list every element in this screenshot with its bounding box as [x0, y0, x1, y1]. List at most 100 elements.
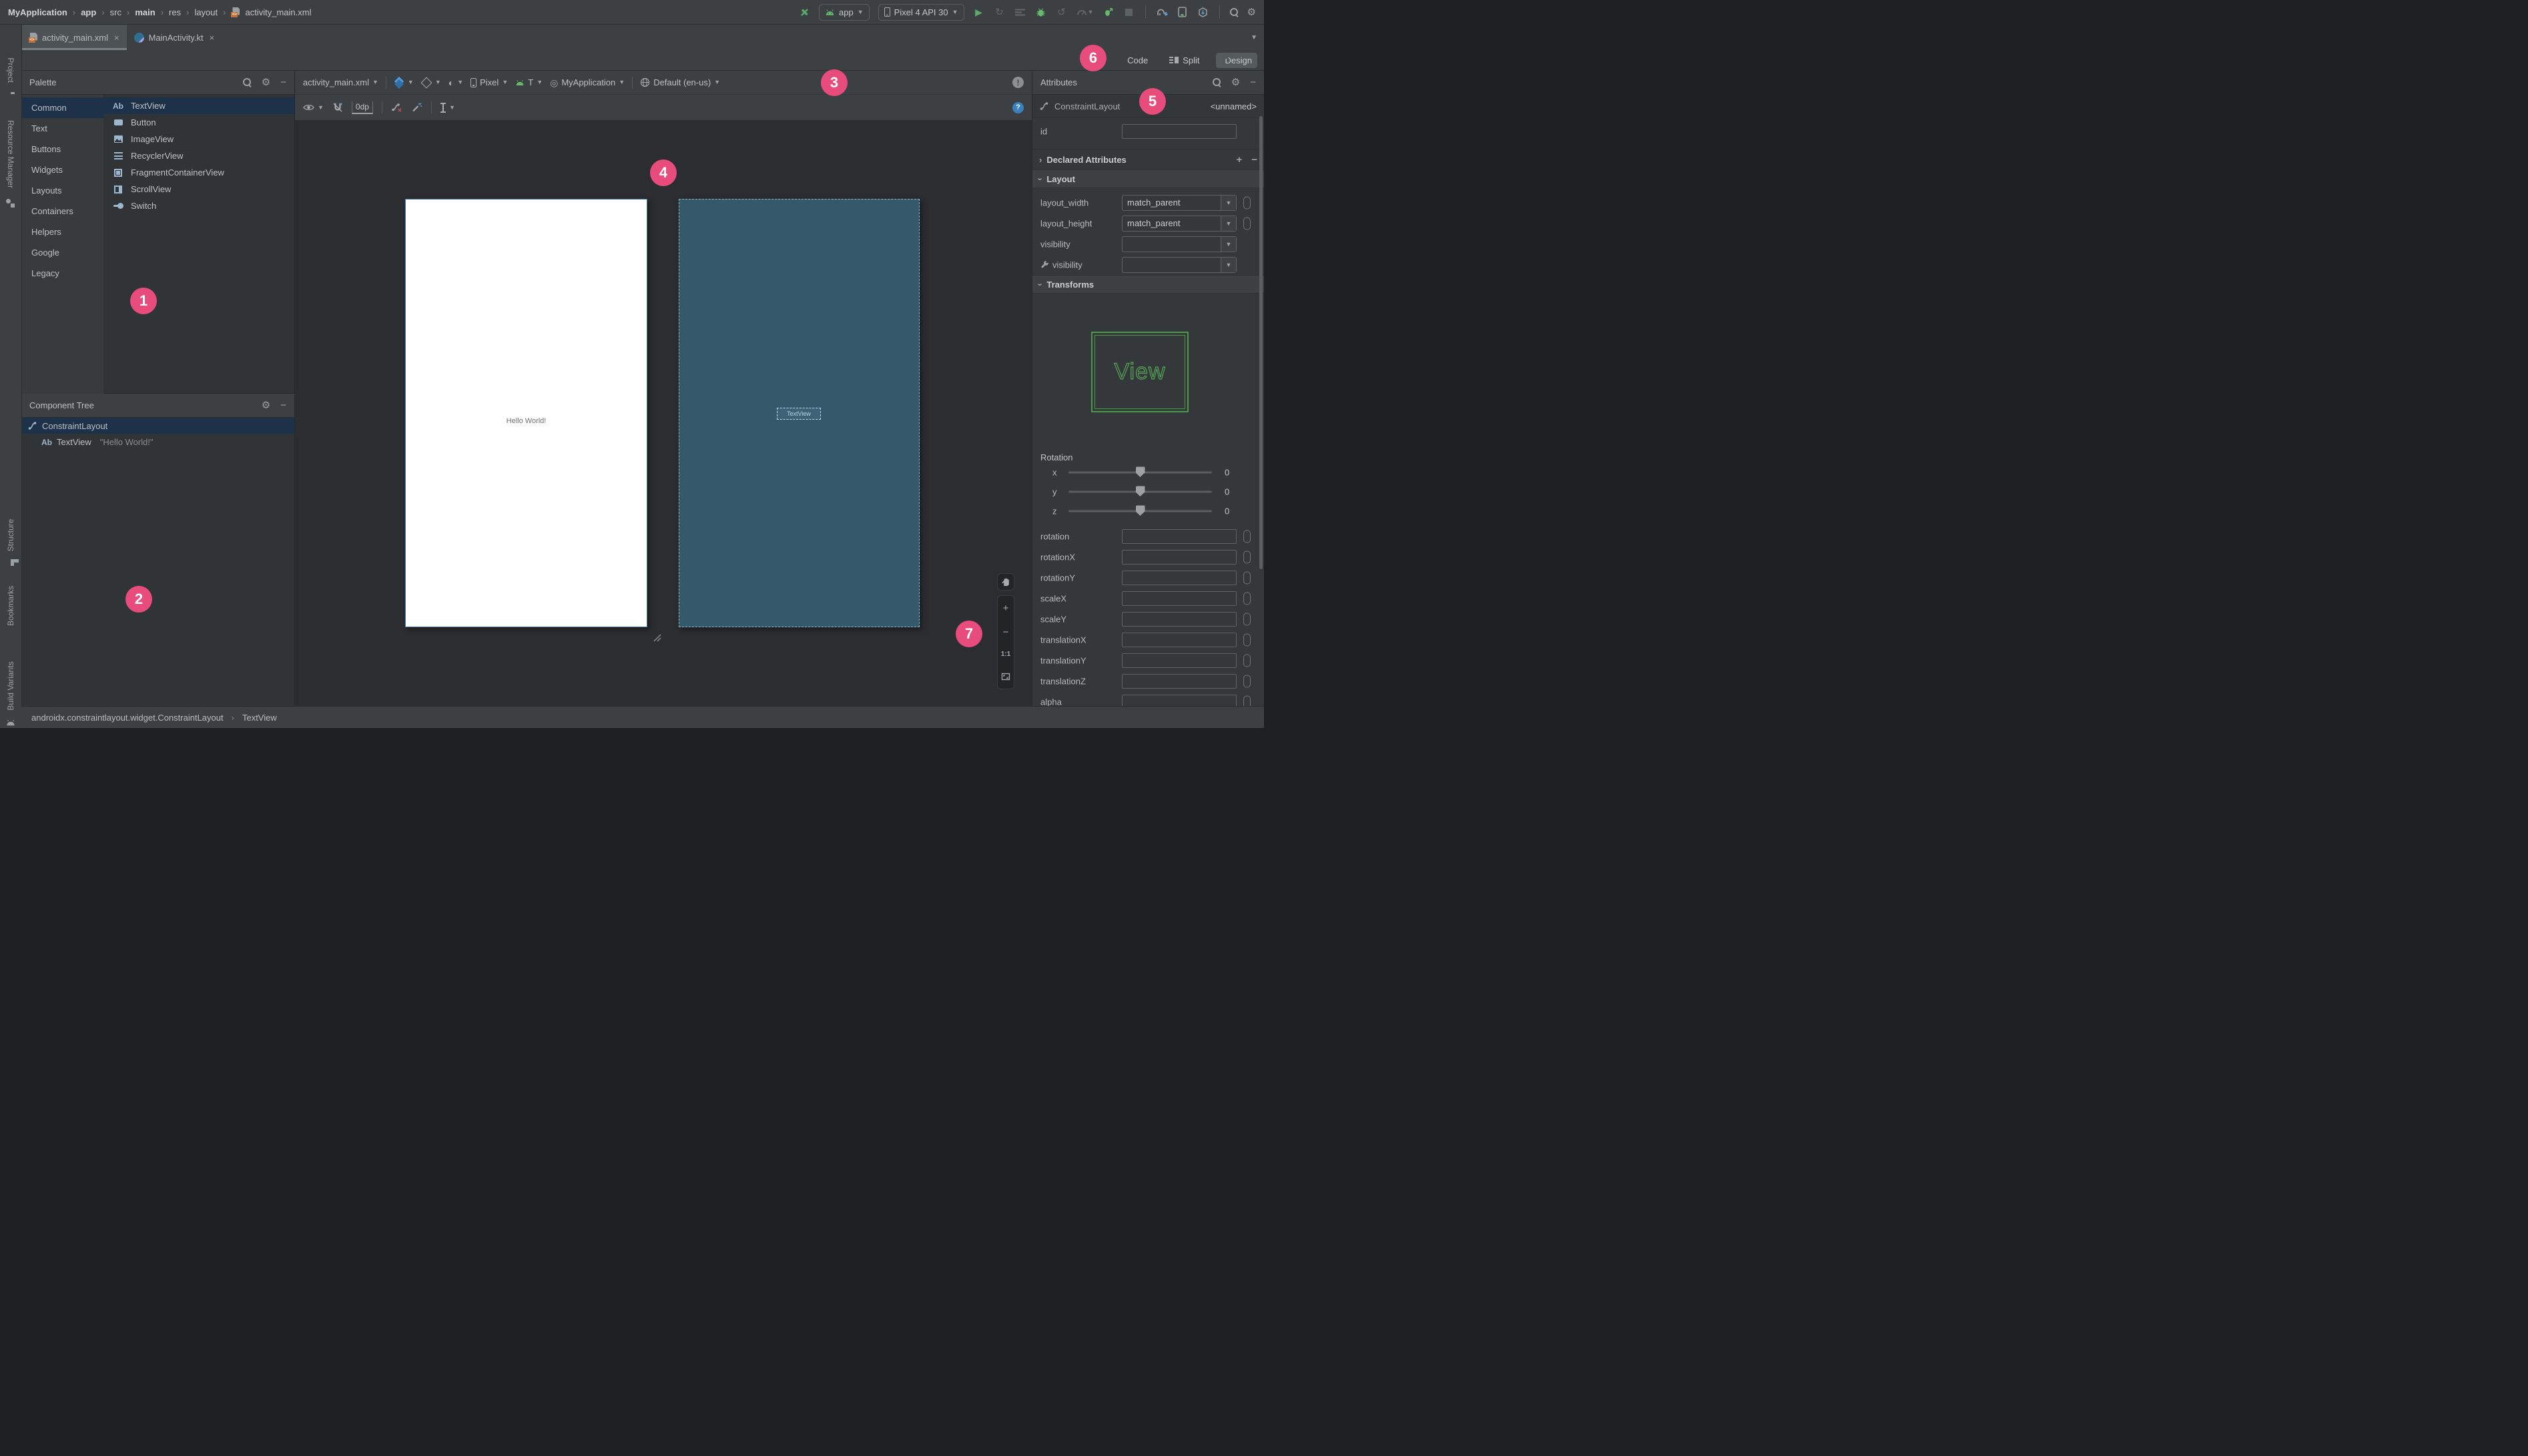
slider-thumb[interactable] — [1135, 486, 1145, 496]
editor-tab[interactable]: MainActivity.kt × — [127, 25, 222, 50]
attribute-input-rotationY[interactable] — [1122, 570, 1237, 585]
attribute-combo-layout_height[interactable]: match_parent ▼ — [1122, 215, 1237, 232]
layout-file-selector[interactable]: activity_main.xml ▼ — [303, 77, 378, 87]
device-for-preview-selector[interactable]: Pixel ▼ — [470, 77, 508, 87]
attribute-input-translationY[interactable] — [1122, 653, 1237, 668]
help-badge[interactable]: ? — [1012, 101, 1024, 113]
combo-control[interactable]: match_parent ▼ — [1122, 215, 1237, 232]
sdk-manager-icon[interactable] — [1197, 6, 1209, 18]
attribute-toggle-pill[interactable] — [1243, 633, 1251, 646]
infer-constraints-button[interactable] — [411, 102, 422, 113]
palette-component-scrollview[interactable]: ScrollView — [103, 181, 294, 198]
palette-gear-icon[interactable]: ⚙ — [262, 77, 270, 87]
default-margin-button[interactable]: 0dp — [351, 101, 373, 114]
attribute-input-rotation[interactable] — [1122, 528, 1237, 544]
blueprint-view-phone[interactable]: TextView — [679, 199, 920, 627]
combo-dropdown-icon[interactable]: ▼ — [1221, 236, 1236, 252]
attribute-toggle-pill[interactable] — [1243, 675, 1251, 687]
attribute-toggle-pill[interactable] — [1243, 530, 1251, 542]
attribute-input-scaleX[interactable] — [1122, 591, 1237, 606]
transforms-section-header[interactable]: › Transforms — [1032, 275, 1264, 294]
tab-list-chevron-icon[interactable]: ▼ — [1251, 34, 1264, 41]
slider-thumb[interactable] — [1135, 505, 1145, 516]
attributes-gear-icon[interactable]: ⚙ — [1231, 77, 1240, 87]
run-button[interactable]: ▶ — [973, 6, 985, 18]
settings-gear-icon[interactable]: ⚙ — [1247, 7, 1256, 17]
attribute-toggle-pill[interactable] — [1243, 613, 1251, 625]
palette-search-icon[interactable] — [242, 78, 252, 87]
component-tree-gear-icon[interactable]: ⚙ — [262, 400, 270, 410]
locale-selector[interactable]: Default (en-us) ▼ — [640, 77, 720, 87]
tab-close-icon[interactable]: × — [210, 33, 215, 43]
view-mode-design[interactable]: Design — [1215, 52, 1257, 68]
zoom-in-button[interactable]: + — [1003, 603, 1009, 613]
component-tree-minimize-icon[interactable]: − — [280, 400, 286, 410]
design-view-phone[interactable]: Hello World! — [405, 199, 647, 627]
profile-button[interactable]: ▼ — [1076, 6, 1094, 18]
zoom-out-button[interactable]: − — [1003, 627, 1009, 637]
status-segment[interactable]: TextView — [242, 713, 277, 723]
attribute-input-translationX[interactable] — [1122, 632, 1237, 647]
stripe-project-label[interactable]: Project — [6, 57, 15, 82]
tree-node-textview[interactable]: Ab TextView "Hello World!" — [21, 434, 294, 450]
attribute-toggle-pill[interactable] — [1243, 551, 1251, 563]
id-input[interactable] — [1122, 124, 1237, 139]
status-segment[interactable]: androidx.constraintlayout.widget.Constra… — [31, 713, 224, 723]
device-manager-icon[interactable] — [1177, 6, 1189, 18]
gradle-sync-icon[interactable] — [1156, 6, 1168, 18]
theme-selector[interactable]: ◎ MyApplication ▼ — [550, 77, 625, 87]
palette-category-helpers[interactable]: Helpers — [21, 222, 103, 242]
pan-hand-button[interactable] — [997, 573, 1014, 591]
apply-code-changes-button[interactable] — [1014, 6, 1026, 18]
breadcrumb-item[interactable]: src — [110, 7, 121, 17]
add-attribute-icon[interactable]: + — [1236, 154, 1242, 165]
combo-control[interactable]: ▼ — [1122, 236, 1237, 252]
attach-debugger-button[interactable] — [1102, 6, 1115, 18]
layout-warnings-badge[interactable]: ! — [1012, 77, 1024, 88]
layout-section-header[interactable]: › Layout — [1032, 169, 1264, 188]
view-mode-split[interactable]: Split — [1164, 53, 1205, 68]
palette-category-google[interactable]: Google — [21, 242, 103, 263]
zoom-to-fit-button[interactable] — [1001, 672, 1010, 681]
combo-control[interactable]: ▼ — [1122, 256, 1237, 273]
attribute-input-alpha[interactable] — [1122, 694, 1237, 706]
breadcrumb-item[interactable]: res — [169, 7, 181, 17]
palette-category-containers[interactable]: Containers — [21, 201, 103, 222]
api-version-selector[interactable]: T ▼ — [515, 77, 543, 87]
attributes-minimize-icon[interactable]: − — [1250, 77, 1256, 87]
palette-component-imageview[interactable]: ImageView — [103, 131, 294, 147]
attributes-scrollbar[interactable] — [1259, 116, 1263, 569]
blueprint-textview[interactable]: TextView — [777, 408, 821, 420]
palette-category-widgets[interactable]: Widgets — [21, 159, 103, 180]
stripe-structure-label[interactable]: Structure — [6, 519, 15, 552]
slider-track[interactable] — [1068, 505, 1212, 516]
design-surface[interactable]: Hello World! TextView + − 1:1 — [295, 121, 1032, 706]
autoconnect-toggle[interactable] — [332, 102, 343, 113]
night-mode-selector[interactable]: ◐ ▼ — [448, 78, 463, 87]
view-mode-code[interactable]: Code — [1118, 53, 1153, 68]
tab-close-icon[interactable]: × — [114, 33, 119, 43]
profiler-low-overhead-button[interactable]: ↺ — [1056, 6, 1068, 18]
attribute-combo-layout_width[interactable]: match_parent ▼ — [1122, 194, 1237, 211]
orientation-selector[interactable]: ▼ — [420, 77, 441, 88]
combo-dropdown-icon[interactable]: ▼ — [1221, 195, 1236, 210]
breadcrumb-item[interactable]: MyApplication — [8, 7, 67, 17]
slider-thumb[interactable] — [1135, 466, 1145, 477]
design-textview[interactable]: Hello World! — [406, 417, 647, 425]
guidelines-selector[interactable]: ▼ — [440, 102, 455, 113]
palette-category-common[interactable]: Common — [21, 97, 103, 118]
attribute-toggle-pill[interactable] — [1243, 217, 1251, 230]
palette-category-buttons[interactable]: Buttons — [21, 139, 103, 159]
combo-control[interactable]: match_parent ▼ — [1122, 194, 1237, 211]
palette-component-switch[interactable]: Switch — [103, 198, 294, 214]
breadcrumb-item[interactable]: layout — [194, 7, 218, 17]
attribute-combo-visibility[interactable]: ▼ — [1122, 236, 1237, 252]
attribute-toggle-pill[interactable] — [1243, 571, 1251, 584]
debug-button[interactable] — [1035, 6, 1047, 18]
editor-tab[interactable]: <> activity_main.xml × — [21, 25, 127, 50]
attribute-input-scaleY[interactable] — [1122, 611, 1237, 627]
stop-button[interactable] — [1123, 6, 1135, 18]
stripe-resource-manager-label[interactable]: Resource Manager — [6, 120, 15, 188]
breadcrumb-item[interactable]: activity_main.xml — [245, 7, 311, 17]
palette-category-text[interactable]: Text — [21, 118, 103, 139]
